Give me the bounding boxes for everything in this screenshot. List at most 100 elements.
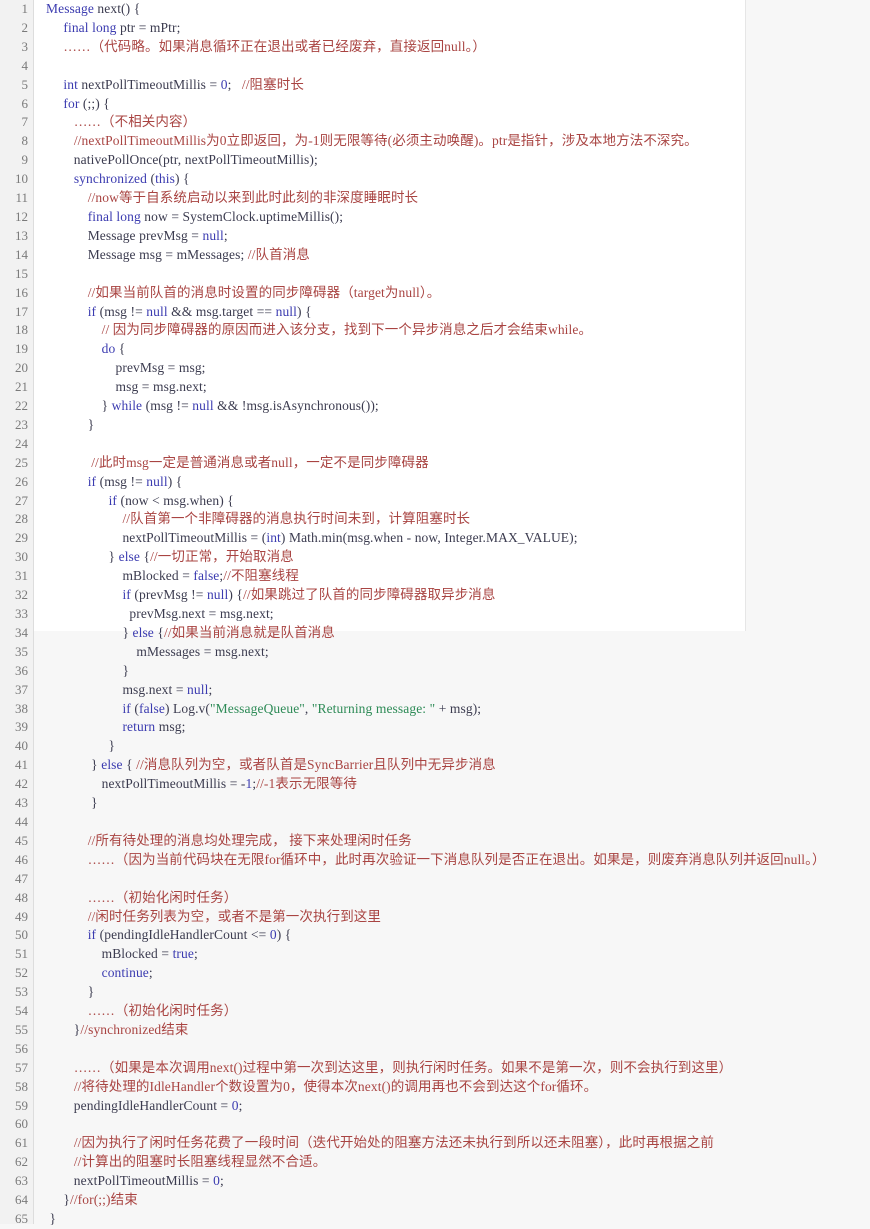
code-line-content[interactable]: int nextPollTimeoutMillis = 0; //阻塞时长 <box>34 76 870 95</box>
code-line-content[interactable]: } <box>34 983 870 1002</box>
token-id <box>46 833 88 848</box>
code-line-content[interactable]: nextPollTimeoutMillis = 0; <box>34 1172 870 1191</box>
token-id: (now < msg.when) { <box>117 492 234 508</box>
code-body: 1 Message next() {2 final long ptr = mPtr… <box>0 0 870 1229</box>
code-line-content[interactable] <box>34 1115 870 1134</box>
code-line-content[interactable]: } <box>34 416 870 435</box>
code-line-content[interactable]: Message prevMsg = null; <box>34 227 870 246</box>
code-line-content[interactable]: return msg; <box>34 718 870 737</box>
code-line-content[interactable]: } <box>34 1210 870 1229</box>
token-id <box>46 890 88 905</box>
code-line-content[interactable]: Message next() { <box>34 0 870 19</box>
code-line-content[interactable]: if (now < msg.when) { <box>34 492 870 511</box>
code-line-content[interactable]: msg = msg.next; <box>34 378 870 397</box>
code-line-content[interactable]: ……（初始化闲时任务） <box>34 1002 870 1021</box>
code-line-content[interactable]: } <box>34 662 870 681</box>
code-line-content[interactable]: prevMsg.next = msg.next; <box>34 605 870 624</box>
code-line-content[interactable]: Message msg = mMessages; //队首消息 <box>34 246 870 265</box>
code-line-content[interactable]: //将待处理的IdleHandler个数设置为0，使得本次next()的调用再也… <box>34 1078 870 1097</box>
token-id: nextPollTimeoutMillis = - <box>46 776 246 792</box>
token-kw: true <box>172 946 194 962</box>
code-line-content[interactable]: //队首第一个非障碍器的消息执行时间未到，计算阻塞时长 <box>34 510 870 529</box>
code-line-content[interactable]: //闲时任务列表为空，或者不是第一次执行到这里 <box>34 908 870 927</box>
code-line-content[interactable] <box>34 435 870 454</box>
code-line-content[interactable]: if (msg != null && msg.target == null) { <box>34 303 870 322</box>
code-line-content[interactable]: mBlocked = false;//不阻塞线程 <box>34 567 870 586</box>
code-line-content[interactable]: }//for(;;)结束 <box>34 1191 870 1210</box>
code-line-content[interactable] <box>34 813 870 832</box>
code-line-content[interactable]: pendingIdleHandlerCount = 0; <box>34 1097 870 1116</box>
code-line-content[interactable]: //如果当前队首的消息时设置的同步障碍器（target为null）。 <box>34 284 870 303</box>
code-line-content[interactable]: if (false) Log.v("MessageQueue", "Return… <box>34 700 870 719</box>
code-line-content[interactable]: } else { //消息队列为空，或者队首是SyncBarrier且队列中无异… <box>34 756 870 775</box>
code-line-content[interactable]: } <box>34 737 870 756</box>
code-line-content[interactable]: do { <box>34 340 870 359</box>
code-line: 52 continue; <box>0 964 870 983</box>
token-id: prevMsg = msg; <box>46 360 206 376</box>
code-line-content[interactable] <box>34 1040 870 1059</box>
token-kw: if <box>122 700 131 716</box>
code-line-content[interactable]: ……（代码略。如果消息循环正在退出或者已经废弃，直接返回null。） <box>34 38 870 57</box>
code-line-content[interactable]: mMessages = msg.next; <box>34 643 870 662</box>
code-line-content[interactable]: final long ptr = mPtr; <box>34 19 870 38</box>
code-line-content[interactable]: nextPollTimeoutMillis = (int) Math.min(m… <box>34 529 870 548</box>
token-id: , <box>304 700 312 716</box>
token-cm: ……（如果是本次调用next()过程中第一次到达这里，则执行闲时任务。如果不是第… <box>73 1059 733 1075</box>
code-line: 65 } <box>0 1210 870 1229</box>
code-line: 40 } <box>0 737 870 756</box>
code-line-content[interactable]: mBlocked = true; <box>34 945 870 964</box>
line-number: 31 <box>15 568 28 584</box>
code-line-content[interactable]: continue; <box>34 964 870 983</box>
code-line-content[interactable]: //此时msg一定是普通消息或者null，一定不是同步障碍器 <box>34 454 870 473</box>
code-line-content[interactable]: //now等于自系统启动以来到此时此刻的非深度睡眠时长 <box>34 189 870 208</box>
code-line-content[interactable]: ……（不相关内容） <box>34 113 870 132</box>
token-cm: //计算出的阻塞时长阻塞线程显然不合适。 <box>73 1154 327 1170</box>
token-id: Message msg = mMessages; <box>46 246 248 262</box>
code-line-content[interactable] <box>34 265 870 284</box>
token-id <box>46 322 102 337</box>
code-line-content[interactable]: ……（如果是本次调用next()过程中第一次到达这里，则执行闲时任务。如果不是第… <box>34 1059 870 1078</box>
code-line: 32 if (prevMsg != null) {//如果跳过了队首的同步障碍器… <box>0 586 870 605</box>
code-line-content[interactable]: } <box>34 794 870 813</box>
token-id <box>46 474 88 489</box>
line-number: 3 <box>21 38 29 54</box>
line-number: 1 <box>21 1 29 16</box>
line-number: 18 <box>15 322 28 338</box>
code-line-content[interactable]: ……（初始化闲时任务） <box>34 889 870 908</box>
code-line-content[interactable]: }//synchronized结束 <box>34 1021 870 1040</box>
line-number: 27 <box>15 492 28 508</box>
code-line-content[interactable]: synchronized (this) { <box>34 170 870 189</box>
code-line-content[interactable]: msg.next = null; <box>34 681 870 700</box>
code-line-content[interactable]: if (msg != null) { <box>34 473 870 492</box>
code-line-content[interactable]: if (pendingIdleHandlerCount <= 0) { <box>34 926 870 945</box>
code-line-content[interactable]: } else {//如果当前消息就是队首消息 <box>34 624 870 643</box>
code-line-content[interactable]: // 因为同步障碍器的原因而进入该分支，找到下一个异步消息之后才会结束while… <box>34 321 870 340</box>
code-line: 17 if (msg != null && msg.target == null… <box>0 303 870 322</box>
code-line-content[interactable]: //nextPollTimeoutMillis为0立即返回，为-1则无限等待(必… <box>34 132 870 151</box>
token-id: + msg); <box>435 700 482 716</box>
code-line-content[interactable]: prevMsg = msg; <box>34 359 870 378</box>
code-line-content[interactable]: //计算出的阻塞时长阻塞线程显然不合适。 <box>34 1153 870 1172</box>
token-id: ; <box>238 1097 243 1113</box>
code-line-content[interactable]: ……（因为当前代码块在无限for循环中，此时再次验证一下消息队列是否正在退出。如… <box>34 851 870 870</box>
code-line-content[interactable]: nativePollOnce(ptr, nextPollTimeoutMilli… <box>34 151 870 170</box>
code-line-content[interactable]: if (prevMsg != null) {//如果跳过了队首的同步障碍器取异步… <box>34 586 870 605</box>
token-num: 0 <box>231 1097 239 1113</box>
code-line: 10 synchronized (this) { <box>0 170 870 189</box>
code-line-content[interactable]: } while (msg != null && !msg.isAsynchron… <box>34 397 870 416</box>
line-number: 51 <box>15 946 28 962</box>
token-kw: if <box>87 473 97 489</box>
token-id: nextPollTimeoutMillis = <box>46 1173 214 1189</box>
code-line-content[interactable]: nextPollTimeoutMillis = -1;//-1表示无限等待 <box>34 775 870 794</box>
code-line-content[interactable] <box>34 870 870 889</box>
code-line-content[interactable]: //所有待处理的消息均处理完成， 接下来处理闲时任务 <box>34 832 870 851</box>
token-cm: //for(;;)结束 <box>69 1192 138 1208</box>
code-line-content[interactable]: //因为执行了闲时任务花费了一段时间（迭代开始处的阻塞方法还未执行到所以还未阻塞… <box>34 1134 870 1153</box>
code-line-content[interactable]: final long now = SystemClock.uptimeMilli… <box>34 208 870 227</box>
token-id <box>46 587 122 602</box>
code-line-content[interactable]: for (;;) { <box>34 95 870 114</box>
code-line: 36 } <box>0 662 870 681</box>
code-line-content[interactable] <box>34 57 870 76</box>
code-line-content[interactable]: } else {//一切正常，开始取消息 <box>34 548 870 567</box>
token-id: } <box>46 624 133 640</box>
